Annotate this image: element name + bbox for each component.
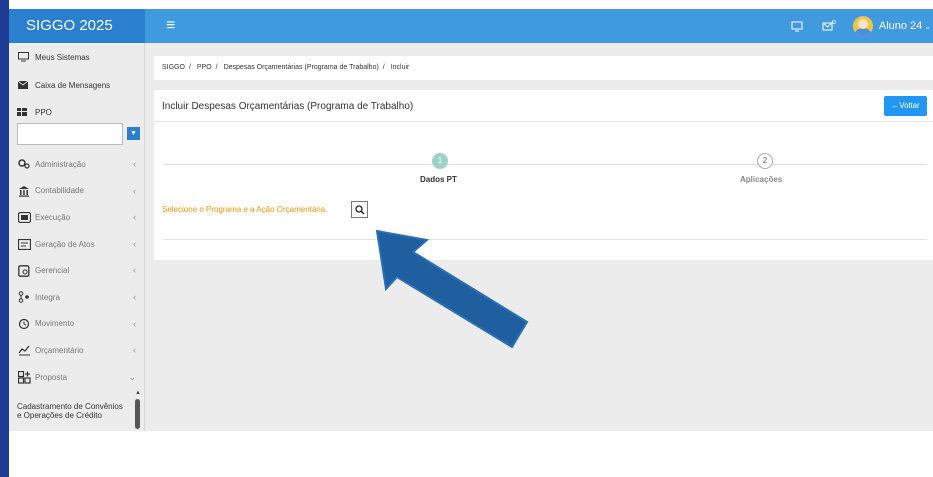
integration-icon xyxy=(17,290,31,304)
chevron-left-icon: ‹ xyxy=(133,291,136,302)
sidebar-scrollbar[interactable] xyxy=(135,399,140,429)
module-label: PPO xyxy=(35,107,52,117)
module-select-input[interactable] xyxy=(17,123,123,145)
breadcrumb: SIGGO / PPO / Despesas Orçamentárias (Prog… xyxy=(154,56,933,80)
chevron-down-icon[interactable]: ⌄ xyxy=(924,22,931,31)
sidebar-item-label: Integra xyxy=(35,292,60,302)
app-window: SIGGO 2025 ≡ Aluno 24 ⌄ Meus Sistemas Ca… xyxy=(0,0,933,477)
sidebar-module-ppo: PPO xyxy=(9,103,144,121)
back-button[interactable]: ←Voltar xyxy=(884,96,927,116)
sidebar-item-label: Caixa de Mensagens xyxy=(35,80,111,90)
app-title[interactable]: SIGGO 2025 xyxy=(9,9,145,43)
sidebar-item-label: Contabilidade xyxy=(35,186,84,196)
main-content: SIGGO / PPO / Despesas Orçamentárias (Prog… xyxy=(145,43,933,431)
module-select: ▼ xyxy=(17,123,140,147)
grid-plus-icon xyxy=(17,370,31,384)
sidebar-item-contabilidade[interactable]: Contabilidade ‹ xyxy=(9,178,144,205)
sidebar-item-label: Geração de Atos xyxy=(35,239,95,249)
cash-icon xyxy=(17,210,31,224)
sidebar-item-label: Administração xyxy=(35,159,86,169)
sidebar-item-gerencial[interactable]: Gerencial ‹ xyxy=(9,257,144,284)
chevron-left-icon: ‹ xyxy=(133,159,136,169)
stepper-line xyxy=(163,164,927,165)
window-edge xyxy=(0,0,9,477)
monitor-icon xyxy=(17,52,29,62)
top-bar: SIGGO 2025 ≡ Aluno 24 ⌄ xyxy=(9,9,933,43)
chevron-left-icon: ‹ xyxy=(133,238,136,249)
sidebar-item-caixa-mensagens[interactable]: Caixa de Mensagens xyxy=(9,75,144,95)
sidebar-item-label: Orçamentário xyxy=(35,345,84,355)
hamburger-icon[interactable]: ≡ xyxy=(166,17,175,35)
sidebar-item-movimento[interactable]: Movimento ‹ xyxy=(9,311,144,338)
search-icon xyxy=(354,204,365,215)
form-panel: Incluir Despesas Orçamentárias (Programa… xyxy=(154,90,933,260)
top-right-tools: Aluno 24 ⌄ xyxy=(789,9,933,43)
step-1-indicator[interactable]: 1 xyxy=(432,153,448,169)
selection-prompt: Selecione o Programa e a Ação Orçamentár… xyxy=(162,205,328,214)
sidebar-item-orcamentario[interactable]: Orçamentário ‹ xyxy=(9,337,144,364)
chevron-left-icon: ‹ xyxy=(133,318,136,329)
step-2-indicator[interactable]: 2 xyxy=(757,153,773,169)
sidebar-item-label: Execução xyxy=(35,212,71,222)
breadcrumb-separator: / xyxy=(382,64,385,71)
divider xyxy=(163,239,927,240)
sidebar-item-execucao[interactable]: Execução ‹ xyxy=(9,204,144,231)
chevron-down-icon: ⌄ xyxy=(128,371,136,382)
sidebar-item-administracao[interactable]: Administração ‹ xyxy=(9,151,144,178)
history-icon xyxy=(17,317,31,331)
chevron-left-icon: ‹ xyxy=(133,185,136,196)
document-icon xyxy=(17,237,31,251)
grid-icon xyxy=(17,108,29,116)
breadcrumb-separator: / xyxy=(215,64,218,71)
divider xyxy=(154,121,933,122)
sidebar-item-label: Proposta xyxy=(35,372,68,382)
chevron-left-icon: ‹ xyxy=(133,212,136,223)
sidebar-subitem[interactable]: Cadastramento de Convênios e Operações d… xyxy=(9,390,144,420)
bank-icon xyxy=(17,184,31,198)
step-2-label: Aplicações xyxy=(740,175,783,184)
breadcrumb-item: Incluir xyxy=(390,64,410,71)
search-button[interactable] xyxy=(351,201,368,218)
sidebar: Meus Sistemas Caixa de Mensagens PPO ▼ A… xyxy=(9,43,145,431)
chart-icon xyxy=(17,343,31,357)
report-icon xyxy=(17,264,31,278)
monitor-icon[interactable] xyxy=(789,18,805,34)
sidebar-item-integra[interactable]: Integra ‹ xyxy=(9,284,144,311)
user-name[interactable]: Aluno 24 xyxy=(879,20,922,32)
breadcrumb-item[interactable]: Despesas Orçamentárias (Programa de Trab… xyxy=(224,64,379,71)
page-title: Incluir Despesas Orçamentárias (Programa… xyxy=(162,101,414,112)
step-1-label: Dados PT xyxy=(420,175,457,184)
envelope-icon[interactable] xyxy=(821,18,837,34)
chevron-left-icon: ‹ xyxy=(133,345,136,356)
breadcrumb-separator: / xyxy=(188,64,191,71)
scroll-up-icon[interactable]: ▲ xyxy=(135,390,141,396)
sidebar-item-label: Gerencial xyxy=(35,266,70,276)
sidebar-item-label: Meus Sistemas xyxy=(35,52,90,62)
gears-icon xyxy=(17,157,31,171)
avatar[interactable] xyxy=(852,16,873,36)
back-button-label: Voltar xyxy=(899,101,920,110)
chevron-down-icon[interactable]: ▼ xyxy=(127,127,140,140)
envelope-icon xyxy=(17,80,29,90)
sidebar-item-geracao-atos[interactable]: Geração de Atos ‹ xyxy=(9,231,144,258)
sidebar-item-label: Movimento xyxy=(35,319,75,329)
blank-area xyxy=(9,431,933,477)
breadcrumb-item[interactable]: SIGGO xyxy=(162,64,185,71)
sidebar-item-proposta[interactable]: Proposta ⌄ xyxy=(9,364,144,391)
chevron-left-icon: ‹ xyxy=(133,265,136,276)
breadcrumb-item[interactable]: PPO xyxy=(197,64,212,71)
sidebar-item-meus-sistemas[interactable]: Meus Sistemas xyxy=(9,47,144,67)
